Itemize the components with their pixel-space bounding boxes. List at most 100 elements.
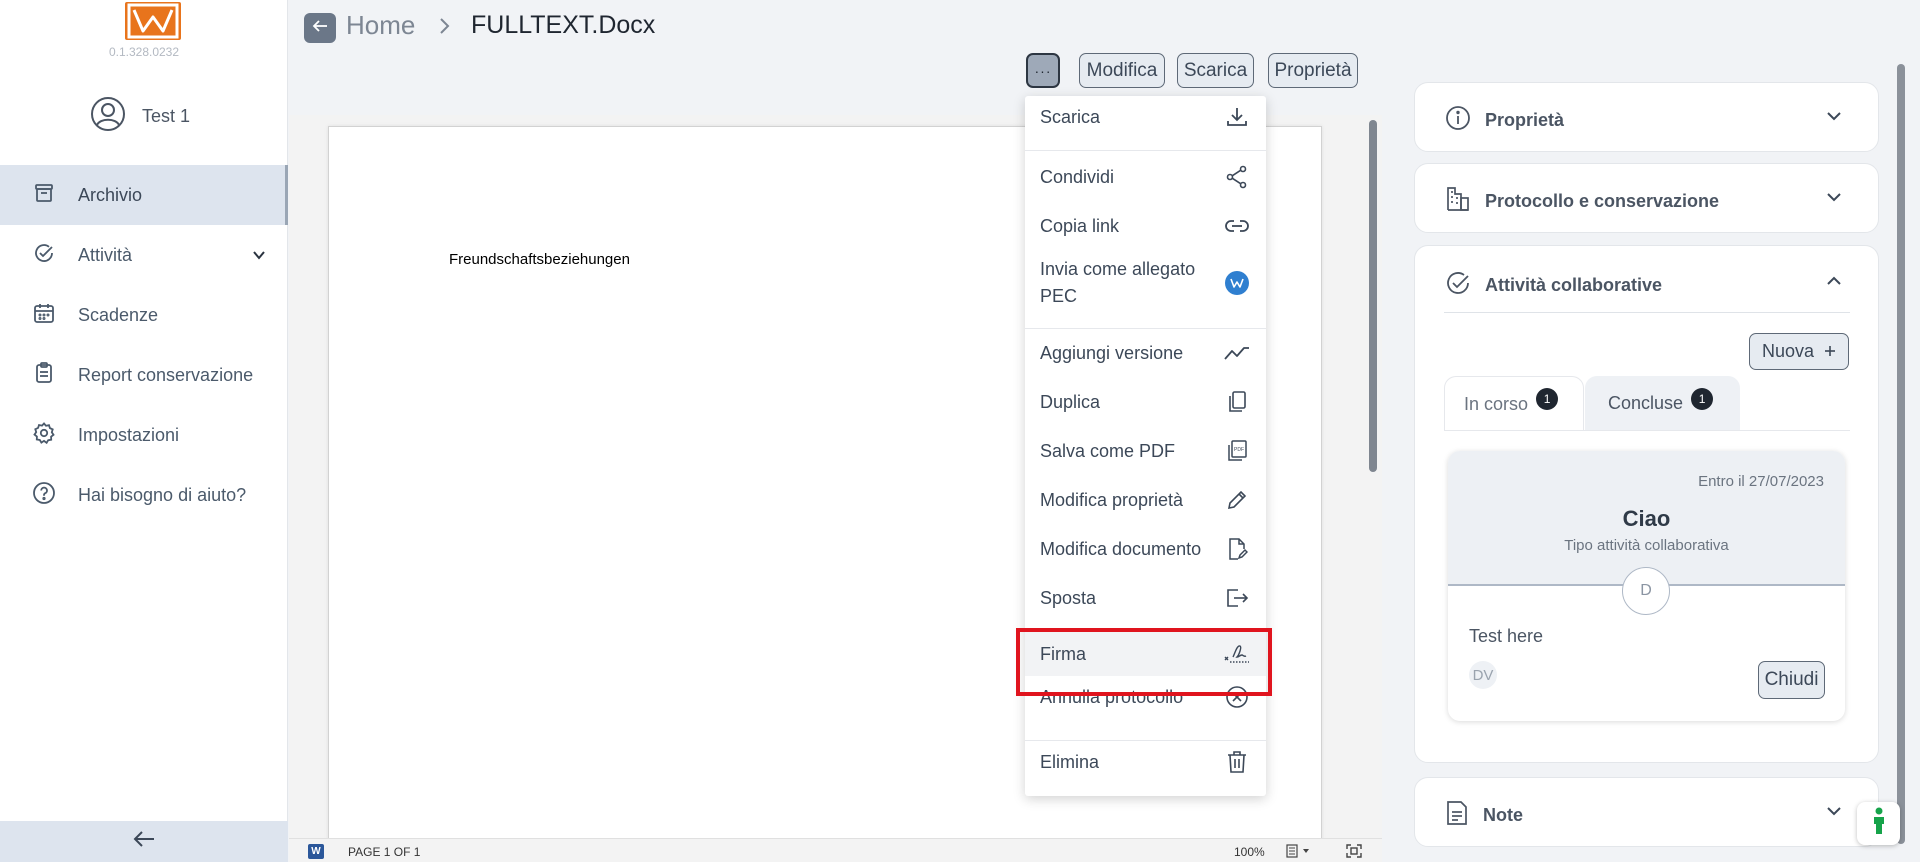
chevron-down-icon[interactable] [1826, 109, 1842, 128]
archive-icon [32, 181, 56, 210]
user-avatar-icon [90, 96, 126, 137]
menu-item-aggiungi-versione[interactable]: Aggiungi versione [1025, 332, 1266, 374]
tab-label: Concluse [1608, 393, 1684, 413]
properties-button[interactable]: Proprietà [1268, 53, 1358, 88]
help-widget-button[interactable] [1857, 802, 1900, 845]
menu-item-salva-pdf[interactable]: Salva come PDF PDF [1025, 430, 1266, 472]
notes-section[interactable]: Note [1414, 777, 1879, 847]
sidebar-item-label: Hai bisogno di aiuto? [78, 484, 247, 505]
activity-card[interactable]: Entro il 27/07/2023 Ciao Tipo attività c… [1448, 451, 1845, 721]
sidebar-item-impostazioni[interactable]: Impostazioni [0, 405, 288, 465]
menu-item-label: Condividi [1040, 166, 1115, 187]
menu-item-copia-link[interactable]: Copia link [1025, 205, 1266, 247]
view-mode-icon[interactable] [1286, 844, 1312, 861]
menu-item-label: Modifica documento [1040, 538, 1202, 559]
menu-item-condividi[interactable]: Condividi [1025, 156, 1266, 198]
app-version: 0.1.328.0232 [108, 45, 180, 59]
plus-icon [1824, 341, 1836, 362]
sidebar-item-scadenze[interactable]: Scadenze [0, 285, 288, 345]
fullscreen-icon[interactable] [1346, 844, 1362, 861]
panel-scrollbar[interactable] [1897, 64, 1905, 844]
back-button[interactable] [304, 13, 336, 43]
tab-concluse[interactable]: Concluse 1 [1585, 376, 1740, 431]
activity-card-header: Entro il 27/07/2023 Ciao Tipo attività c… [1448, 451, 1845, 586]
more-actions-button[interactable]: ··· [1026, 53, 1060, 88]
new-activity-button[interactable]: Nuova [1749, 333, 1849, 370]
menu-item-label: Modifica proprietà [1040, 489, 1184, 510]
svg-text:PDF: PDF [1234, 447, 1244, 453]
activity-due-date: Entro il 27/07/2023 [1698, 473, 1824, 490]
edit-button[interactable]: Modifica [1079, 53, 1165, 88]
word-icon: W [308, 844, 324, 859]
help-person-icon [1871, 807, 1887, 840]
user-name: Test 1 [142, 106, 191, 126]
help-icon [32, 481, 56, 510]
chevron-up-icon[interactable] [1826, 274, 1842, 293]
user-profile[interactable]: Test 1 [90, 96, 190, 137]
menu-item-duplica[interactable]: Duplica [1025, 381, 1266, 423]
protocol-section[interactable]: Protocollo e conservazione [1414, 163, 1879, 233]
close-activity-button[interactable]: Chiudi [1758, 661, 1825, 699]
trash-icon [1224, 749, 1250, 775]
sidebar-item-archivio[interactable]: Archivio [0, 165, 288, 225]
sidebar-item-label: Archivio [78, 184, 143, 205]
section-divider [1444, 312, 1850, 313]
tabs-divider [1444, 430, 1850, 431]
building-icon [1445, 186, 1471, 217]
download-button[interactable]: Scarica [1177, 53, 1254, 88]
zoom-level[interactable]: 100% [1234, 845, 1265, 859]
chevron-down-icon[interactable] [1826, 190, 1842, 209]
avatar: D [1622, 567, 1670, 615]
pencil-icon [1224, 487, 1250, 513]
menu-item-label: Salva come PDF [1040, 440, 1176, 461]
edit-document-icon [1224, 536, 1250, 562]
sidebar: 0.1.328.0232 Test 1 Archivio Attività Sc… [0, 0, 288, 862]
menu-item-label-line2: PEC [1040, 286, 1078, 306]
menu-item-modifica-proprieta[interactable]: Modifica proprietà [1025, 479, 1266, 521]
download-icon [1224, 104, 1250, 130]
link-icon [1224, 213, 1250, 239]
note-icon [1445, 800, 1469, 831]
menu-item-label: Aggiungi versione [1040, 342, 1184, 363]
count-badge: 1 [1691, 387, 1714, 410]
pdf-icon: PDF [1224, 438, 1250, 464]
chevron-down-icon[interactable] [1826, 804, 1842, 823]
menu-item-sposta[interactable]: Sposta [1025, 577, 1266, 619]
viewer-scrollbar[interactable] [1369, 120, 1377, 472]
sidebar-collapse-button[interactable] [0, 821, 288, 862]
menu-item-modifica-documento[interactable]: Modifica documento [1025, 528, 1266, 570]
menu-divider [1025, 150, 1266, 151]
menu-divider [1025, 328, 1266, 329]
menu-item-scarica[interactable]: Scarica [1025, 96, 1266, 138]
calendar-icon [32, 301, 56, 330]
sidebar-item-report-conservazione[interactable]: Report conservazione [0, 345, 288, 405]
tab-in-corso[interactable]: In corso 1 [1444, 376, 1584, 431]
chevron-down-icon[interactable] [252, 246, 266, 267]
highlight-box [1016, 628, 1272, 696]
new-activity-label: Nuova [1761, 341, 1815, 361]
check-circle-icon [1445, 270, 1471, 301]
section-title: Protocollo e conservazione [1485, 191, 1720, 211]
sidebar-item-label: Impostazioni [78, 424, 180, 445]
trend-icon [1224, 340, 1250, 366]
section-title: Note [1483, 805, 1523, 825]
breadcrumb-file-name: FULLTEXT.Docx [471, 11, 656, 39]
menu-item-label: Sposta [1040, 587, 1097, 608]
sidebar-item-label: Scadenze [78, 304, 159, 325]
properties-section[interactable]: Proprietà [1414, 82, 1879, 152]
sidebar-item-attivita[interactable]: Attività [0, 225, 288, 285]
sidebar-item-aiuto[interactable]: Hai bisogno di aiuto? [0, 465, 288, 525]
menu-item-elimina[interactable]: Elimina [1025, 741, 1266, 783]
sidebar-item-label: Attività [78, 244, 133, 265]
sidebar-nav: Archivio Attività Scadenze Report conser… [0, 165, 288, 525]
copy-icon [1224, 389, 1250, 415]
tab-label: In corso [1464, 393, 1529, 414]
breadcrumb-home[interactable]: Home [346, 10, 415, 41]
assignee-avatar: DV [1469, 661, 1497, 689]
move-icon [1224, 585, 1250, 611]
menu-item-invia-pec[interactable]: Invia come allegato PEC [1025, 254, 1266, 312]
share-icon [1224, 164, 1250, 190]
menu-item-label-line1: Invia come allegato [1040, 259, 1196, 279]
section-title: Attività collaborative [1485, 275, 1663, 295]
app-logo[interactable] [125, 2, 181, 40]
